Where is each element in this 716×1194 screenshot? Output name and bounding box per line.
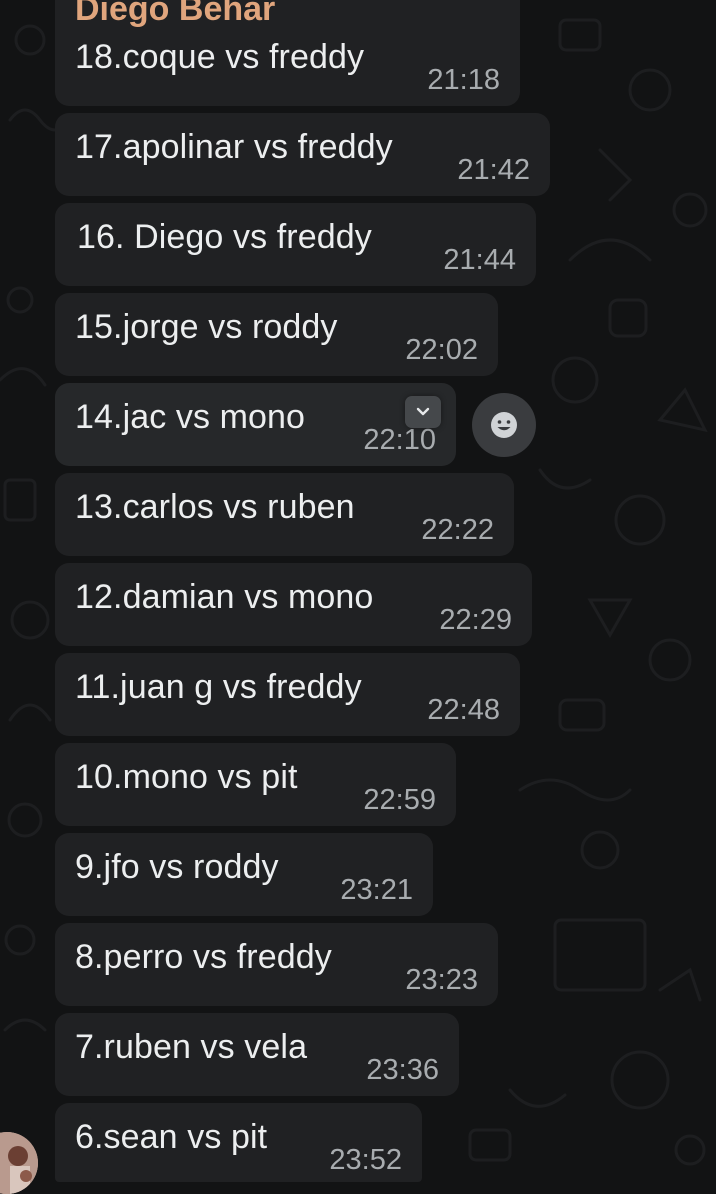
smiley-icon — [491, 412, 517, 438]
message-time: 21:44 — [443, 244, 516, 276]
message-text: 15.jorge vs roddy — [75, 308, 338, 346]
message-time: 22:48 — [427, 694, 500, 726]
message-bubble[interactable]: 6.sean vs pit 23:52 — [55, 1103, 422, 1182]
message-menu-button[interactable] — [405, 396, 441, 428]
message-bubble[interactable]: 16. Diego vs freddy 21:44 — [55, 203, 536, 286]
message-text: 18.coque vs freddy — [75, 38, 365, 76]
message-time: 22:10 — [363, 424, 436, 456]
message-text: 12.damian vs mono — [75, 578, 374, 616]
message-time: 22:29 — [439, 604, 512, 636]
message-time: 22:22 — [421, 514, 494, 546]
message-time: 23:23 — [405, 964, 478, 996]
message-bubble[interactable]: 11.juan g vs freddy 22:48 — [55, 653, 520, 736]
message-text: 13.carlos vs ruben — [75, 488, 355, 526]
message-time: 22:59 — [363, 784, 436, 816]
message-bubble[interactable]: 13.carlos vs ruben 22:22 — [55, 473, 514, 556]
message-bubble[interactable]: 12.damian vs mono 22:29 — [55, 563, 532, 646]
message-list[interactable]: Diego Behar 18.coque vs freddy 21:18 17.… — [0, 0, 716, 1194]
message-bubble[interactable]: 9.jfo vs roddy 23:21 — [55, 833, 433, 916]
message-bubble[interactable]: 10.mono vs pit 22:59 — [55, 743, 456, 826]
avatar[interactable] — [0, 1132, 38, 1194]
message-text: 6.sean vs pit — [75, 1118, 268, 1156]
message-bubble[interactable]: 14.jac vs mono 22:10 — [55, 383, 456, 466]
message-time: 23:36 — [366, 1054, 439, 1086]
message-bubble[interactable]: Diego Behar 18.coque vs freddy 21:18 — [55, 0, 520, 106]
message-time: 22:02 — [405, 334, 478, 366]
message-time: 21:42 — [457, 154, 530, 186]
message-text: 11.juan g vs freddy — [75, 668, 362, 706]
message-bubble[interactable]: 15.jorge vs roddy 22:02 — [55, 293, 498, 376]
chevron-down-icon — [416, 407, 430, 416]
message-text: 10.mono vs pit — [75, 758, 298, 796]
message-text: 8.perro vs freddy — [75, 938, 332, 976]
message-text: 17.apolinar vs freddy — [75, 128, 393, 166]
message-bubble[interactable]: 7.ruben vs vela 23:36 — [55, 1013, 459, 1096]
message-text: 9.jfo vs roddy — [75, 848, 279, 886]
message-text: 16. Diego vs freddy — [77, 218, 372, 256]
message-time: 21:18 — [427, 64, 500, 96]
message-time: 23:52 — [329, 1144, 402, 1176]
message-text: 14.jac vs mono — [75, 398, 306, 436]
message-bubble[interactable]: 17.apolinar vs freddy 21:42 — [55, 113, 550, 196]
message-time: 23:21 — [340, 874, 413, 906]
sender-name[interactable]: Diego Behar — [75, 0, 275, 28]
message-text: 7.ruben vs vela — [75, 1028, 308, 1066]
react-button[interactable] — [472, 393, 536, 457]
message-bubble[interactable]: 8.perro vs freddy 23:23 — [55, 923, 498, 1006]
